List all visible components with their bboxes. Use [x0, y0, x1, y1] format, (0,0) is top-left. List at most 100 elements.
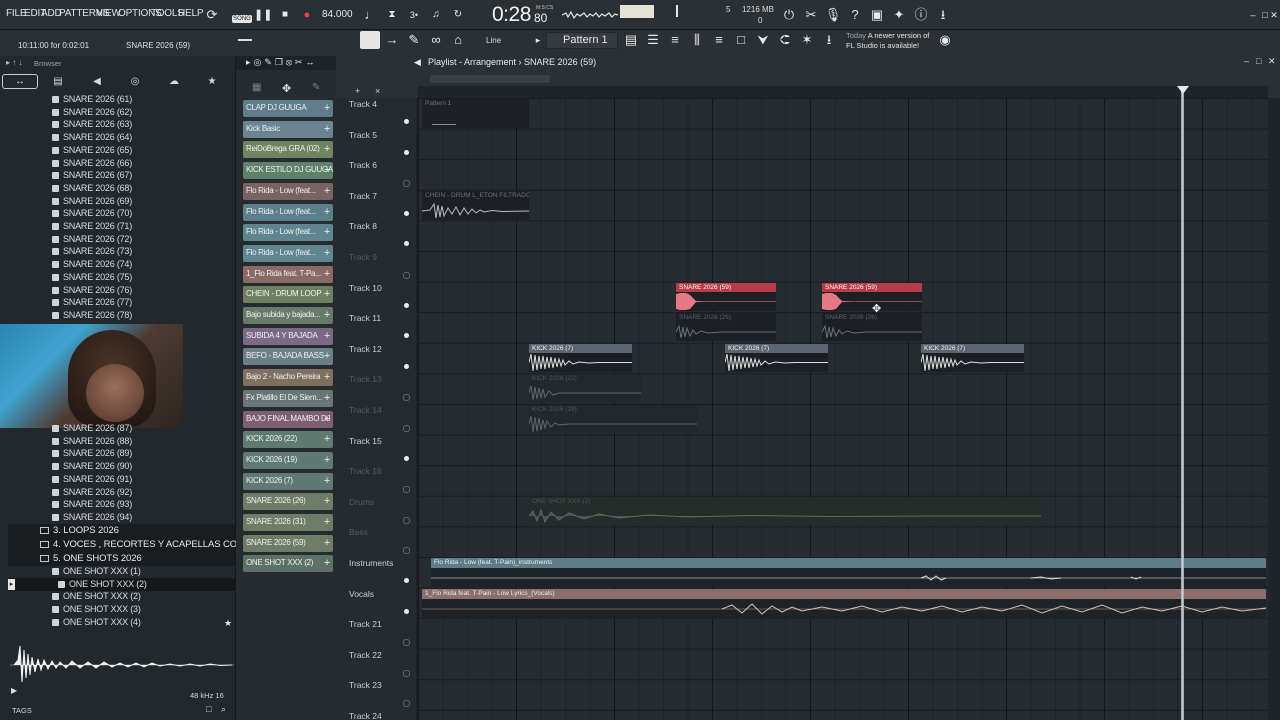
- clip-kick7-c[interactable]: KICK 2026 (7): [921, 344, 1024, 372]
- browser-file-item[interactable]: ONE SHOT XXX (2): [58, 579, 147, 591]
- browser-file-item[interactable]: ONE SHOT XXX (2): [52, 591, 141, 603]
- add-icon[interactable]: +: [324, 226, 330, 238]
- save-icon[interactable]: ▣: [868, 6, 886, 24]
- master-volume-slider[interactable]: [620, 5, 654, 18]
- cut-icon[interactable]: ✂: [802, 6, 820, 24]
- mixer-icon[interactable]: ⫼: [688, 31, 706, 49]
- time-display[interactable]: 0:28: [492, 3, 531, 27]
- track-name[interactable]: Track 9: [349, 252, 377, 262]
- picker-item[interactable]: CHEIN - DRUM LOOP +: [243, 286, 333, 304]
- playlist-icon[interactable]: ▤: [622, 31, 640, 49]
- clip-vocals[interactable]: 1_Flo Rida feat. T-Pain - Low Lyrics_(Vo…: [422, 589, 1266, 619]
- browser-file-item[interactable]: SNARE 2026 (65): [52, 145, 132, 157]
- track-mute-dot[interactable]: [404, 455, 409, 461]
- browser-file-item[interactable]: SNARE 2026 (90): [52, 461, 132, 473]
- browser-back-icon[interactable]: ↔: [6, 74, 34, 89]
- track-name[interactable]: Track 23: [349, 680, 382, 690]
- close-icon[interactable]: ✕: [1268, 6, 1280, 24]
- track-name[interactable]: Track 13: [349, 374, 382, 384]
- track-mute-dot[interactable]: [403, 639, 410, 647]
- step-edit-icon[interactable]: ♫: [427, 6, 445, 24]
- pitch-slider[interactable]: [676, 5, 678, 17]
- browser-file-item[interactable]: SNARE 2026 (61): [52, 94, 132, 106]
- add-icon[interactable]: +: [324, 247, 330, 259]
- browser-file-item[interactable]: SNARE 2026 (78): [52, 310, 132, 322]
- clip-oneshot[interactable]: ONE SHOT XXX (2): [529, 497, 1041, 525]
- stamp-icon[interactable]: ⌂: [449, 31, 467, 49]
- picker-item[interactable]: Flo Rida - Low (feat... +: [243, 224, 333, 242]
- picker-item[interactable]: KICK ESTILO DJ GUUGA +: [243, 162, 333, 180]
- browser-web-icon[interactable]: ◎: [121, 74, 149, 89]
- track-name[interactable]: Vocals: [349, 589, 374, 599]
- info-icon[interactable]: ⓘ: [912, 6, 930, 24]
- browser-file-item[interactable]: SNARE 2026 (70): [52, 208, 132, 220]
- picker-pencil-icon[interactable]: ✎: [312, 82, 320, 93]
- play-small-icon[interactable]: ▸: [529, 31, 547, 49]
- picker-item[interactable]: CLAP DJ GUUGA +: [243, 100, 333, 117]
- clip-snare26-b[interactable]: SNARE 2026 (26): [822, 313, 922, 341]
- clip-pattern1[interactable]: Pattern 1: [422, 99, 529, 128]
- picker-item[interactable]: Bajo 2 - Nacho Pereira +: [243, 369, 333, 387]
- browser-file-item[interactable]: SNARE 2026 (77): [52, 297, 132, 309]
- browser-folder-item[interactable]: 3. LOOPS 2026: [40, 525, 119, 538]
- refresh-icon[interactable]: ⟳: [203, 6, 221, 24]
- add-icon[interactable]: +: [324, 350, 330, 362]
- track-mute-dot[interactable]: [404, 578, 409, 583]
- picker-move-icon[interactable]: ✥: [282, 82, 291, 95]
- browser-file-item[interactable]: SNARE 2026 (64): [52, 132, 132, 144]
- record-icon[interactable]: ●: [298, 6, 316, 24]
- playhead-marker[interactable]: [1177, 86, 1189, 94]
- track-name[interactable]: Track 8: [349, 221, 377, 231]
- track-mute-dot[interactable]: [404, 363, 409, 369]
- track-name[interactable]: Track 7: [349, 191, 377, 201]
- document-icon[interactable]: □: [732, 31, 750, 49]
- add-icon[interactable]: +: [324, 371, 330, 383]
- pattern-selector[interactable]: Pattern 1: [546, 32, 618, 49]
- track-name[interactable]: Track 15: [349, 436, 382, 446]
- picker-item[interactable]: KICK 2026 (7) +: [243, 472, 333, 490]
- picker-item[interactable]: SNARE 2026 (31) +: [243, 514, 333, 531]
- browser-file-item[interactable]: SNARE 2026 (92): [52, 487, 132, 499]
- add-icon[interactable]: +: [324, 309, 330, 321]
- picker-item[interactable]: SNARE 2026 (26) +: [243, 493, 333, 511]
- stop-icon[interactable]: ■: [276, 6, 294, 24]
- add-icon[interactable]: +: [324, 143, 330, 155]
- link-icon[interactable]: ∞: [427, 31, 445, 49]
- add-track-icon[interactable]: +: [355, 86, 360, 96]
- help-icon[interactable]: ?: [846, 6, 864, 24]
- clip-instruments[interactable]: Flo Rida - Low (feat. T-Pain)_instrument…: [431, 558, 1266, 587]
- add-icon[interactable]: +: [324, 516, 330, 528]
- browser-file-item[interactable]: SNARE 2026 (69): [52, 196, 132, 208]
- track-name[interactable]: Track 24: [349, 711, 382, 720]
- track-mute-dot[interactable]: [403, 425, 410, 432]
- menu-help[interactable]: HELP: [178, 8, 204, 19]
- browser-file-item[interactable]: SNARE 2026 (91): [52, 474, 132, 486]
- browser-file-item[interactable]: SNARE 2026 (63): [52, 119, 132, 131]
- browser-file-item[interactable]: SNARE 2026 (94): [52, 512, 132, 524]
- playlist-maximize-icon[interactable]: □: [1256, 56, 1261, 66]
- add-icon[interactable]: +: [324, 185, 330, 197]
- track-name[interactable]: Track 21: [349, 619, 382, 629]
- bird-icon[interactable]: ✶: [798, 31, 816, 49]
- track-name[interactable]: Track 11: [349, 313, 381, 323]
- clip-snare59-a[interactable]: SNARE 2026 (59): [676, 283, 776, 311]
- picker-item[interactable]: Flo Rida - Low (feat... +: [243, 244, 333, 262]
- browser-files-icon[interactable]: ▤: [44, 74, 72, 89]
- pause-icon[interactable]: ❚❚: [254, 6, 272, 24]
- search-icon[interactable]: ⌕: [221, 704, 226, 715]
- timeline-ruler[interactable]: [418, 86, 1268, 98]
- add-icon[interactable]: +: [324, 268, 330, 280]
- track-name[interactable]: Instruments: [349, 558, 393, 568]
- browser-file-item[interactable]: SNARE 2026 (67): [52, 170, 132, 182]
- picker-item[interactable]: BEFO - BAJADA BASS +: [243, 348, 333, 366]
- browser-plugins-icon[interactable]: ◀: [83, 74, 111, 89]
- track-mute-dot[interactable]: [404, 119, 409, 124]
- picker-item[interactable]: Flo Rida - Low (feat... +: [243, 182, 333, 200]
- browser-file-item[interactable]: SNARE 2026 (75): [52, 272, 132, 284]
- picker-item[interactable]: KICK 2026 (22) +: [243, 431, 333, 449]
- browser-file-item[interactable]: SNARE 2026 (93): [52, 499, 132, 511]
- playlist-minimize-icon[interactable]: ‒: [1244, 56, 1249, 66]
- picker-item[interactable]: Fx Platillo El De Siem... +: [243, 389, 333, 407]
- clip-chein[interactable]: CHEIN - DRUM L_ETON FILTRADO: [422, 191, 529, 220]
- preview-play-icon[interactable]: ▶: [11, 686, 25, 696]
